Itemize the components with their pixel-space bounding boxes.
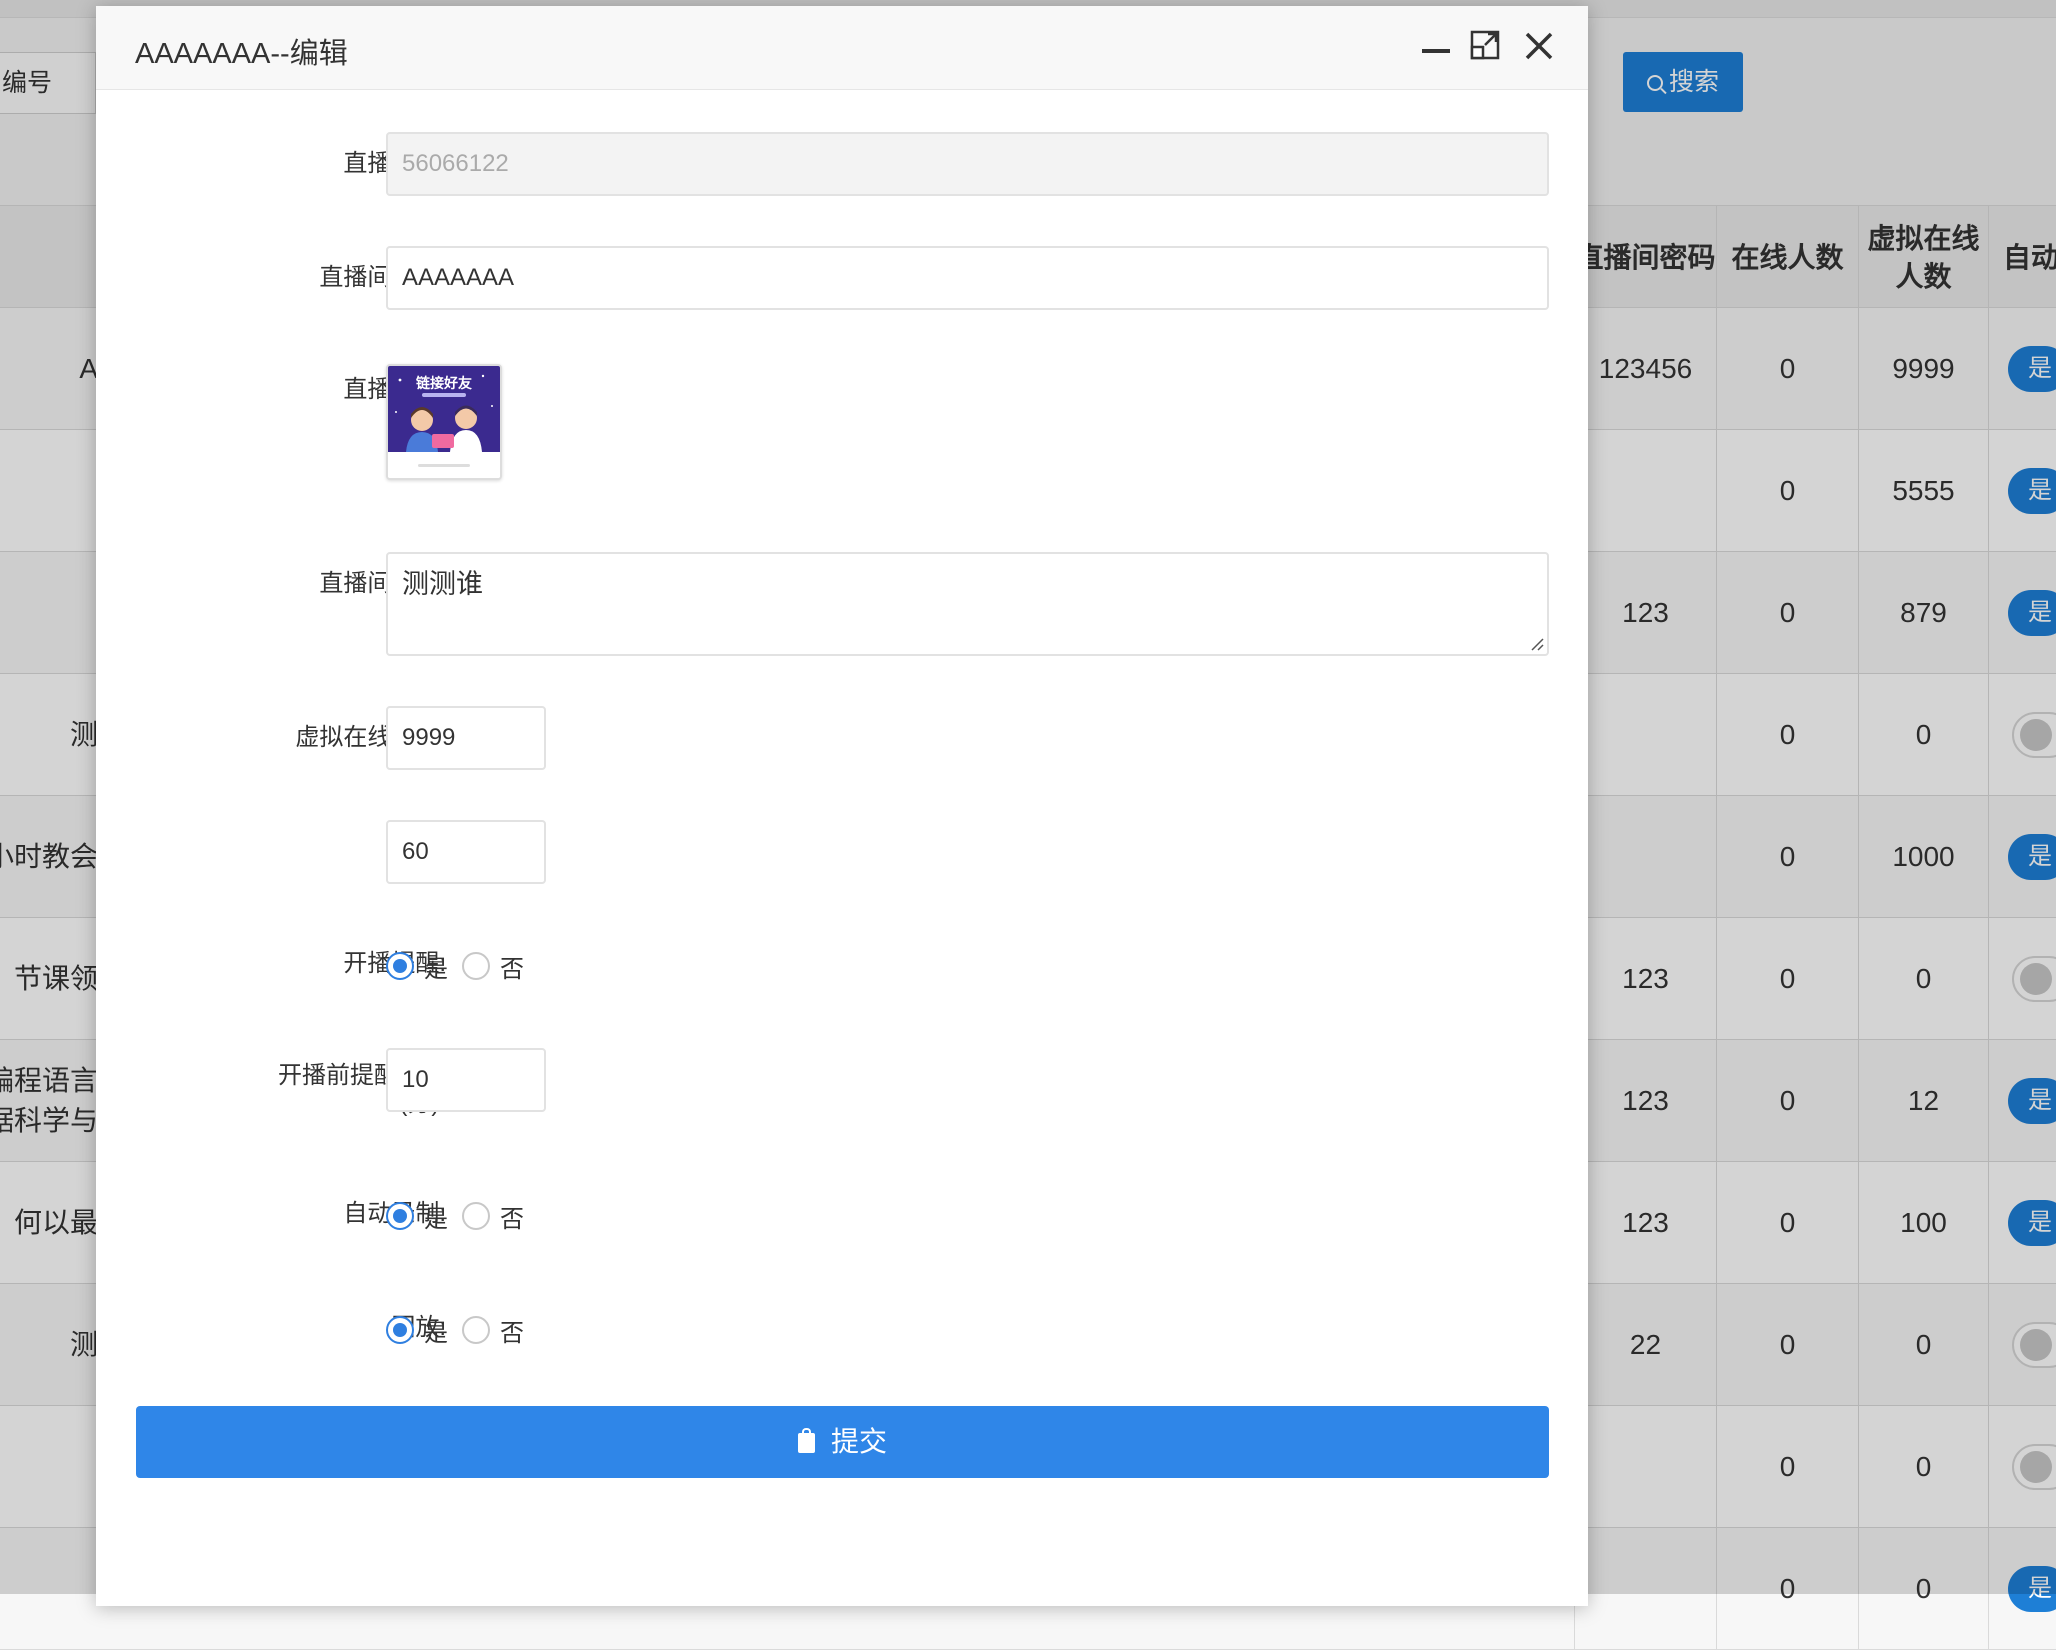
room-no-input[interactable]: 56066122 xyxy=(386,132,1549,196)
auto-record-radios: 是 否 xyxy=(386,1196,538,1236)
close-icon[interactable] xyxy=(1519,26,1559,66)
edit-dialog: AAAAAAA--编辑 直播间号: 56066122 直播间标题: AAAAAA… xyxy=(96,6,1588,1606)
room-title-input[interactable]: AAAAAAA xyxy=(386,246,1549,310)
maximize-icon[interactable] xyxy=(1466,26,1506,66)
auto-record-yes-label[interactable]: 是 xyxy=(424,1199,448,1234)
submit-label: 提交 xyxy=(830,1426,887,1457)
start-reminder-yes-radio[interactable] xyxy=(386,952,414,980)
dialog-header: AAAAAAA--编辑 xyxy=(96,6,1588,90)
playback-radios: 是 否 xyxy=(386,1310,538,1350)
shopping-bag-icon xyxy=(797,1428,815,1453)
intro-textarea[interactable]: 测测谁 xyxy=(386,552,1549,656)
reminder-time-input[interactable]: 10 xyxy=(386,1048,546,1112)
virtual-online-input[interactable]: 9999 xyxy=(386,706,546,770)
submit-button[interactable]: 提交 xyxy=(136,1406,1549,1478)
minimize-icon[interactable] xyxy=(1416,26,1456,66)
dialog-title: AAAAAAA--编辑 xyxy=(135,38,348,70)
playback-yes-label[interactable]: 是 xyxy=(424,1313,448,1348)
sort-input[interactable]: 60 xyxy=(386,820,546,884)
start-reminder-yes-label[interactable]: 是 xyxy=(424,949,448,984)
intro-text: 测测谁 xyxy=(402,569,483,599)
start-reminder-no-label[interactable]: 否 xyxy=(500,949,524,984)
playback-no-label[interactable]: 否 xyxy=(500,1313,524,1348)
playback-no-radio[interactable] xyxy=(462,1316,490,1344)
auto-record-no-label[interactable]: 否 xyxy=(500,1199,524,1234)
start-reminder-no-radio[interactable] xyxy=(462,952,490,980)
resize-grip-icon[interactable] xyxy=(1530,637,1544,651)
auto-record-yes-radio[interactable] xyxy=(386,1202,414,1230)
auto-record-no-radio[interactable] xyxy=(462,1202,490,1230)
start-reminder-radios: 是 否 xyxy=(386,946,538,986)
cover-image-text: 链接好友 xyxy=(416,375,472,392)
playback-yes-radio[interactable] xyxy=(386,1316,414,1344)
cover-image[interactable]: 链接好友 xyxy=(386,364,502,480)
